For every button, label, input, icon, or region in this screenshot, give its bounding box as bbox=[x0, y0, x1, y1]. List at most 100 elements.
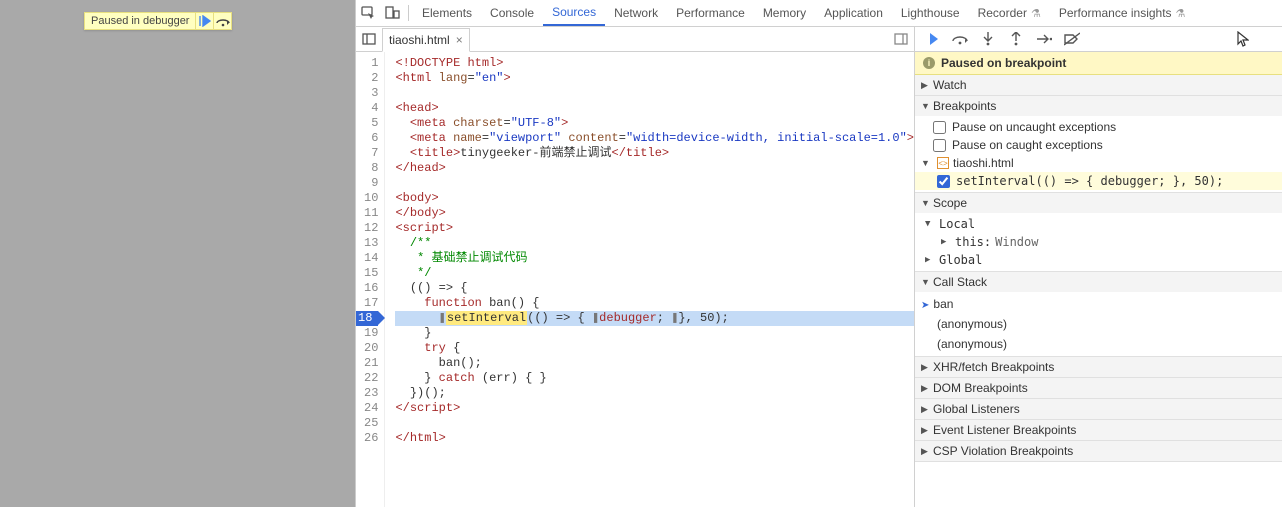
line-number[interactable]: 2 bbox=[356, 71, 378, 86]
code-line[interactable]: } catch (err) { } bbox=[395, 371, 914, 386]
code-text[interactable]: <!DOCTYPE html><html lang="en"> <head> <m… bbox=[385, 52, 914, 507]
csp-header[interactable]: ▶ CSP Violation Breakpoints bbox=[915, 441, 1282, 461]
line-number[interactable]: 6 bbox=[356, 131, 378, 146]
line-number[interactable]: 23 bbox=[356, 386, 378, 401]
navigator-toggle-icon[interactable] bbox=[356, 27, 382, 51]
code-line[interactable]: } bbox=[395, 326, 914, 341]
stack-frame[interactable]: ban bbox=[915, 294, 1282, 314]
event-listener-header[interactable]: ▶ Event Listener Breakpoints bbox=[915, 420, 1282, 440]
code-line[interactable]: function ban() { bbox=[395, 296, 914, 311]
step-over-button[interactable] bbox=[213, 13, 231, 29]
line-number[interactable]: 20 bbox=[356, 341, 378, 356]
code-line[interactable]: </head> bbox=[395, 161, 914, 176]
resume-icon[interactable] bbox=[921, 27, 943, 51]
line-number[interactable]: 1 bbox=[356, 56, 378, 71]
step-out-icon[interactable] bbox=[1005, 27, 1027, 51]
line-number[interactable]: 9 bbox=[356, 176, 378, 191]
code-line[interactable]: * 基础禁止调试代码 bbox=[395, 251, 914, 266]
global-listeners-header[interactable]: ▶ Global Listeners bbox=[915, 399, 1282, 419]
scope-local-row[interactable]: ▼ Local bbox=[915, 215, 1282, 233]
watch-header[interactable]: ▶ Watch bbox=[915, 75, 1282, 95]
tab-sources[interactable]: Sources bbox=[543, 0, 605, 26]
breakpoint-row[interactable]: setInterval(() => { debugger; }, 50); bbox=[915, 172, 1282, 190]
line-number[interactable]: 11 bbox=[356, 206, 378, 221]
code-line[interactable] bbox=[395, 86, 914, 101]
code-line[interactable]: <meta name="viewport" content="width=dev… bbox=[395, 131, 914, 146]
code-line[interactable]: <script> bbox=[395, 221, 914, 236]
tab-performance-insights[interactable]: Performance insights⚗ bbox=[1050, 0, 1195, 26]
tab-recorder[interactable]: Recorder⚗ bbox=[969, 0, 1050, 26]
step-over-icon[interactable] bbox=[949, 27, 971, 51]
code-editor[interactable]: 1234567891011121314151617181920212223242… bbox=[356, 52, 914, 507]
code-line[interactable]: /** bbox=[395, 236, 914, 251]
code-line[interactable]: ❚setInterval(() => { ❚debugger; ❚}, 50); bbox=[395, 311, 914, 326]
tab-console[interactable]: Console bbox=[481, 0, 543, 26]
pause-caught-checkbox[interactable] bbox=[933, 139, 946, 152]
line-number[interactable]: 21 bbox=[356, 356, 378, 371]
tab-memory[interactable]: Memory bbox=[754, 0, 815, 26]
line-number[interactable]: 3 bbox=[356, 86, 378, 101]
step-icon[interactable] bbox=[1033, 27, 1055, 51]
stack-frame[interactable]: (anonymous) bbox=[915, 314, 1282, 334]
deactivate-breakpoints-icon[interactable] bbox=[1061, 27, 1083, 51]
breakpoint-file-row[interactable]: ▼ <> tiaoshi.html bbox=[915, 154, 1282, 172]
code-line[interactable]: */ bbox=[395, 266, 914, 281]
line-number[interactable]: 16 bbox=[356, 281, 378, 296]
xhr-header[interactable]: ▶ XHR/fetch Breakpoints bbox=[915, 357, 1282, 377]
scope-global-row[interactable]: ▶ Global bbox=[915, 251, 1282, 269]
tab-performance[interactable]: Performance bbox=[667, 0, 754, 26]
breakpoints-header[interactable]: ▼ Breakpoints bbox=[915, 96, 1282, 116]
callstack-header[interactable]: ▼ Call Stack bbox=[915, 272, 1282, 292]
line-number[interactable]: 4 bbox=[356, 101, 378, 116]
step-into-icon[interactable] bbox=[977, 27, 999, 51]
tab-lighthouse[interactable]: Lighthouse bbox=[892, 0, 969, 26]
code-line[interactable] bbox=[395, 176, 914, 191]
line-number[interactable]: 24 bbox=[356, 401, 378, 416]
code-line[interactable]: </body> bbox=[395, 206, 914, 221]
code-line[interactable] bbox=[395, 416, 914, 431]
code-line[interactable]: </html> bbox=[395, 431, 914, 446]
code-line[interactable]: try { bbox=[395, 341, 914, 356]
close-icon[interactable]: × bbox=[456, 33, 463, 47]
code-line[interactable]: <meta charset="UTF-8"> bbox=[395, 116, 914, 131]
line-number[interactable]: 18 bbox=[356, 311, 378, 326]
code-line[interactable]: <head> bbox=[395, 101, 914, 116]
line-number[interactable]: 25 bbox=[356, 416, 378, 431]
device-toolbar-icon[interactable] bbox=[380, 0, 404, 26]
line-number[interactable]: 12 bbox=[356, 221, 378, 236]
file-tab[interactable]: tiaoshi.html × bbox=[382, 28, 470, 52]
tab-network[interactable]: Network bbox=[605, 0, 667, 26]
inspect-icon[interactable] bbox=[356, 0, 380, 26]
line-number[interactable]: 26 bbox=[356, 431, 378, 446]
stack-frame[interactable]: (anonymous) bbox=[915, 334, 1282, 354]
dom-header[interactable]: ▶ DOM Breakpoints bbox=[915, 378, 1282, 398]
more-options-icon[interactable] bbox=[888, 27, 914, 51]
scope-this-row[interactable]: ▶ this: Window bbox=[915, 233, 1282, 251]
pause-uncaught-row[interactable]: Pause on uncaught exceptions bbox=[915, 118, 1282, 136]
code-line[interactable]: </script> bbox=[395, 401, 914, 416]
code-line[interactable]: <html lang="en"> bbox=[395, 71, 914, 86]
code-line[interactable]: (() => { bbox=[395, 281, 914, 296]
code-line[interactable]: })(); bbox=[395, 386, 914, 401]
line-number[interactable]: 14 bbox=[356, 251, 378, 266]
line-number[interactable]: 15 bbox=[356, 266, 378, 281]
code-line[interactable]: <title>tinygeeker-前端禁止调试</title> bbox=[395, 146, 914, 161]
code-line[interactable]: <body> bbox=[395, 191, 914, 206]
resume-button[interactable] bbox=[195, 13, 213, 29]
line-number[interactable]: 8 bbox=[356, 161, 378, 176]
pause-uncaught-checkbox[interactable] bbox=[933, 121, 946, 134]
tab-application[interactable]: Application bbox=[815, 0, 892, 26]
line-number[interactable]: 13 bbox=[356, 236, 378, 251]
line-number[interactable]: 19 bbox=[356, 326, 378, 341]
line-number[interactable]: 7 bbox=[356, 146, 378, 161]
line-number[interactable]: 5 bbox=[356, 116, 378, 131]
code-line[interactable]: <!DOCTYPE html> bbox=[395, 56, 914, 71]
line-number[interactable]: 22 bbox=[356, 371, 378, 386]
tab-elements[interactable]: Elements bbox=[413, 0, 481, 26]
code-line[interactable]: ban(); bbox=[395, 356, 914, 371]
line-number[interactable]: 17 bbox=[356, 296, 378, 311]
line-number-gutter[interactable]: 1234567891011121314151617181920212223242… bbox=[356, 52, 385, 507]
scope-header[interactable]: ▼ Scope bbox=[915, 193, 1282, 213]
line-number[interactable]: 10 bbox=[356, 191, 378, 206]
pause-caught-row[interactable]: Pause on caught exceptions bbox=[915, 136, 1282, 154]
